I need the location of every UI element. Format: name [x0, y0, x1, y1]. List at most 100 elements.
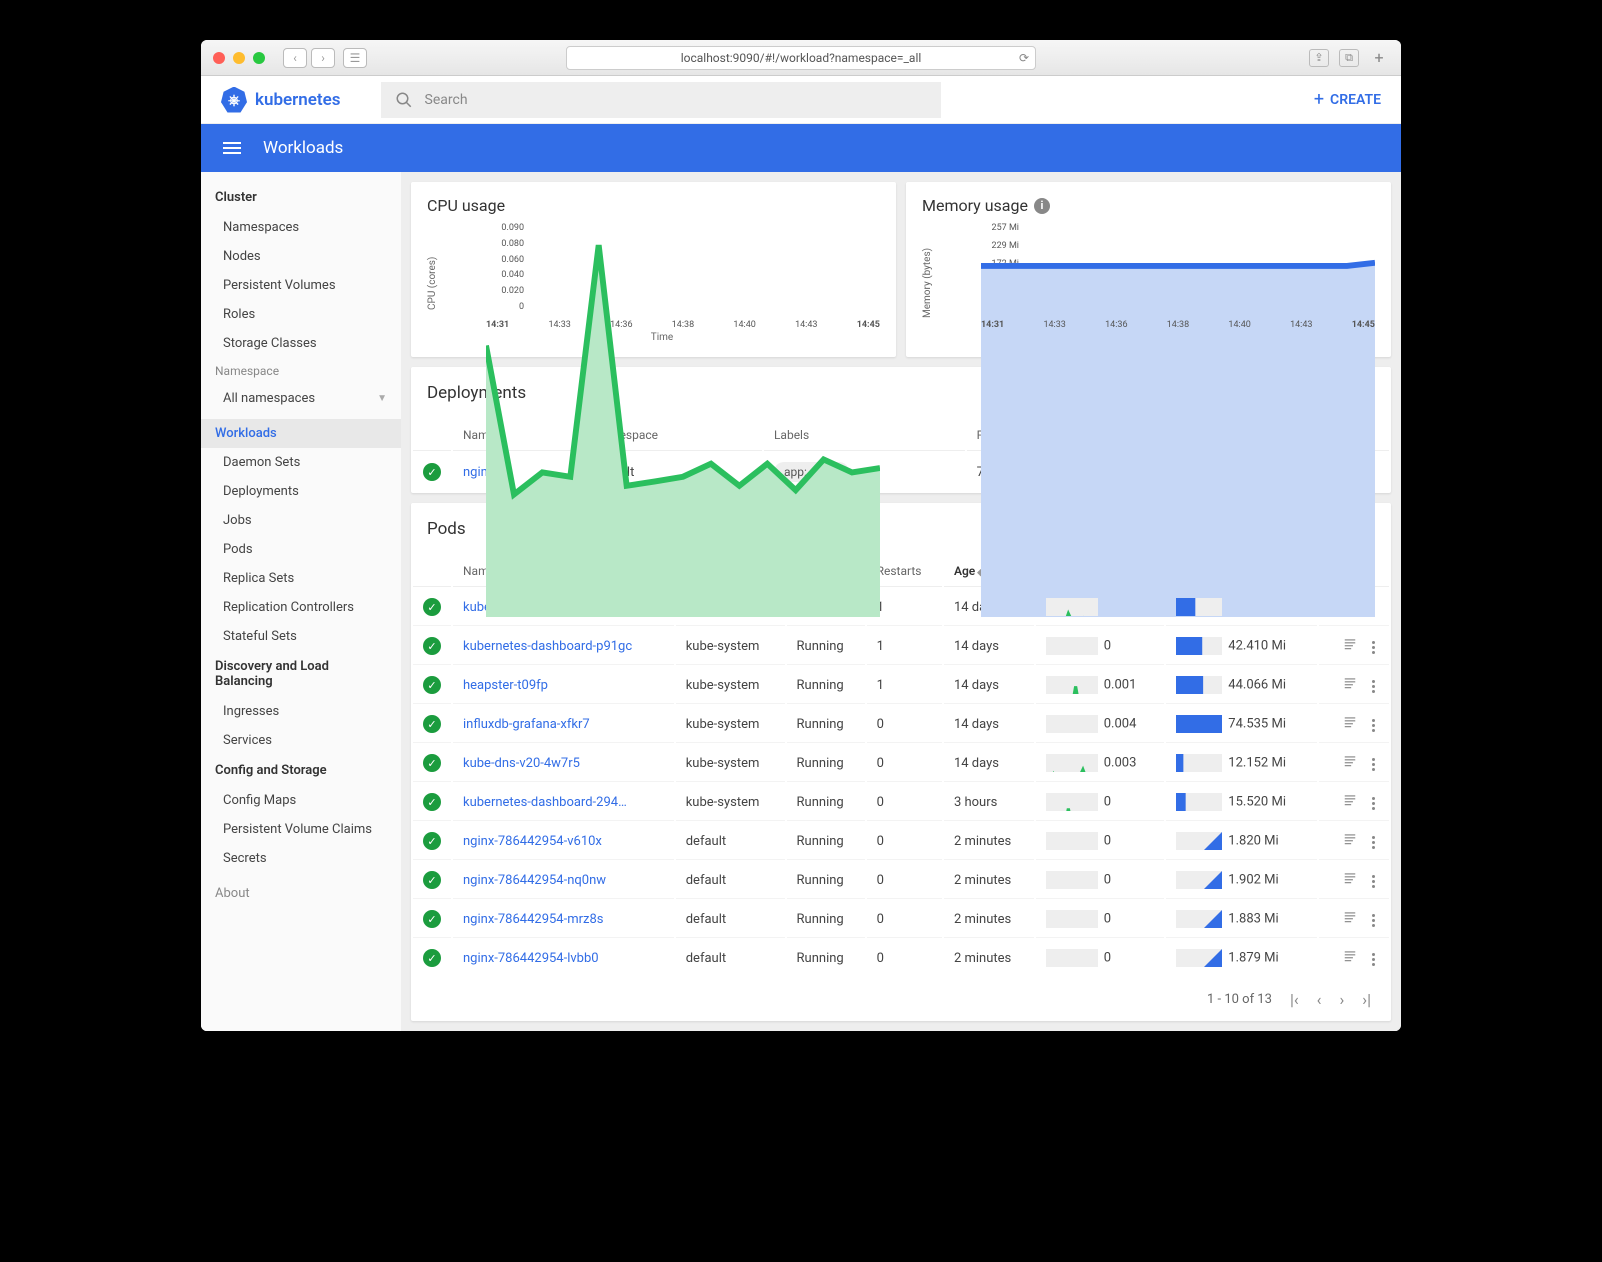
table-row: ✓ nginx-786442954-mrz8s default Running …	[413, 901, 1389, 938]
cpu-sparkline	[1046, 715, 1098, 733]
memory-bar	[1176, 637, 1222, 655]
memory-usage-chart: Memory usageiMemory (bytes)257 Mi229 Mi1…	[906, 182, 1391, 357]
kubernetes-logo-icon: ⎈	[221, 87, 247, 113]
sidebar-item-jobs[interactable]: Jobs	[201, 506, 401, 535]
sidebar-item-deployments[interactable]: Deployments	[201, 477, 401, 506]
cpu-sparkline	[1046, 598, 1098, 616]
memory-bar	[1176, 910, 1222, 928]
namespace-select[interactable]: All namespaces ▼	[201, 384, 401, 413]
pod-link[interactable]: nginx-786442954-nq0nw	[463, 873, 606, 888]
url-text: localhost:9090/#!/workload?namespace=_al…	[681, 51, 922, 65]
cpu-sparkline	[1046, 910, 1098, 928]
row-menu-icon[interactable]	[1368, 875, 1379, 888]
sidebar-header-cluster: Cluster	[201, 182, 401, 213]
pager-last[interactable]: ›|	[1362, 990, 1371, 1009]
status-ok-icon: ✓	[423, 949, 441, 967]
sidebar-item-config-maps[interactable]: Config Maps	[201, 786, 401, 815]
pods-pager: 1 - 10 of 13 |‹ ‹ › ›|	[411, 978, 1391, 1021]
pod-link[interactable]: nginx-786442954-lvbb0	[463, 951, 599, 966]
memory-bar	[1176, 715, 1222, 733]
titlebar: ‹ › ☰ localhost:9090/#!/workload?namespa…	[201, 40, 1401, 76]
sidebar: Cluster NamespacesNodesPersistent Volume…	[201, 172, 401, 1031]
sidebar-item-replica-sets[interactable]: Replica Sets	[201, 564, 401, 593]
new-tab-icon[interactable]: +	[1369, 49, 1389, 67]
logs-icon[interactable]	[1342, 952, 1358, 967]
maximize-window-icon[interactable]	[253, 52, 265, 64]
pod-link[interactable]: kubernetes-dashboard-294904...	[463, 795, 633, 810]
sidebar-item-nodes[interactable]: Nodes	[201, 242, 401, 271]
logs-icon[interactable]	[1342, 718, 1358, 733]
row-menu-icon[interactable]	[1368, 953, 1379, 966]
row-menu-icon[interactable]	[1368, 797, 1379, 810]
row-menu-icon[interactable]	[1368, 914, 1379, 927]
memory-bar	[1176, 598, 1222, 616]
sidebar-item-persistent-volumes[interactable]: Persistent Volumes	[201, 271, 401, 300]
table-row: ✓ kube-dns-v20-4w7r5 kube-system Running…	[413, 745, 1389, 782]
address-bar[interactable]: localhost:9090/#!/workload?namespace=_al…	[566, 46, 1036, 70]
share-icon[interactable]: ⇪	[1309, 49, 1329, 67]
logs-icon[interactable]	[1342, 874, 1358, 889]
sidebar-item-roles[interactable]: Roles	[201, 300, 401, 329]
row-menu-icon[interactable]	[1368, 641, 1379, 654]
tabs-icon[interactable]: ⧉	[1339, 49, 1359, 67]
logo[interactable]: ⎈ kubernetes	[221, 87, 341, 113]
logs-icon[interactable]	[1342, 796, 1358, 811]
table-row: ✓ nginx-786442954-v610x default Running …	[413, 823, 1389, 860]
logs-icon[interactable]	[1342, 835, 1358, 850]
minimize-window-icon[interactable]	[233, 52, 245, 64]
sidebar-item-secrets[interactable]: Secrets	[201, 844, 401, 873]
pod-link[interactable]: influxdb-grafana-xfkr7	[463, 717, 590, 732]
sidebar-item-persistent-volume-claims[interactable]: Persistent Volume Claims	[201, 815, 401, 844]
plus-icon: +	[1314, 89, 1324, 110]
sidebar-item-storage-classes[interactable]: Storage Classes	[201, 329, 401, 358]
app-name: kubernetes	[255, 90, 341, 110]
sidebar-item-services[interactable]: Services	[201, 726, 401, 755]
pod-link[interactable]: kube-dns-v20-4w7r5	[463, 756, 580, 771]
status-ok-icon: ✓	[423, 793, 441, 811]
sidebar-item-pods[interactable]: Pods	[201, 535, 401, 564]
sidebar-item-ingresses[interactable]: Ingresses	[201, 697, 401, 726]
main-content: CPU usageCPU (cores)0.0900.0800.0600.040…	[401, 172, 1401, 1031]
search-input[interactable]: Search	[381, 82, 941, 118]
logs-icon[interactable]	[1342, 679, 1358, 694]
reload-icon[interactable]: ⟳	[1019, 51, 1029, 65]
pod-link[interactable]: heapster-t09fp	[463, 678, 548, 693]
cpu-sparkline	[1046, 871, 1098, 889]
close-window-icon[interactable]	[213, 52, 225, 64]
sidebar-header-discovery: Discovery and Load Balancing	[201, 651, 401, 697]
forward-button[interactable]: ›	[311, 48, 335, 68]
pager-next[interactable]: ›	[1339, 990, 1344, 1009]
sidebar-toggle-icon[interactable]: ☰	[343, 48, 367, 68]
blue-header: Workloads	[201, 124, 1401, 172]
sidebar-item-namespaces[interactable]: Namespaces	[201, 213, 401, 242]
row-menu-icon[interactable]	[1368, 758, 1379, 771]
row-menu-icon[interactable]	[1368, 719, 1379, 732]
logs-icon[interactable]	[1342, 640, 1358, 655]
pods-table: Name◆ Namespace Status◆ Restarts Age◆ CP…	[411, 554, 1391, 978]
status-ok-icon: ✓	[423, 463, 441, 481]
pod-link[interactable]: nginx-786442954-mrz8s	[463, 912, 603, 927]
row-menu-icon[interactable]	[1368, 836, 1379, 849]
pod-link[interactable]: nginx-786442954-v610x	[463, 834, 602, 849]
table-row: ✓ nginx-786442954-lvbb0 default Running …	[413, 940, 1389, 976]
pager-first[interactable]: |‹	[1290, 990, 1299, 1009]
sidebar-item-daemon-sets[interactable]: Daemon Sets	[201, 448, 401, 477]
pod-link[interactable]: kubernetes-dashboard-p91gc	[463, 639, 632, 654]
info-icon[interactable]: i	[1034, 198, 1050, 214]
sidebar-item-about[interactable]: About	[201, 879, 401, 908]
menu-icon[interactable]	[223, 142, 241, 154]
pager-prev[interactable]: ‹	[1317, 990, 1322, 1009]
back-button[interactable]: ‹	[283, 48, 307, 68]
cpu-sparkline	[1046, 949, 1098, 967]
logs-icon[interactable]	[1342, 913, 1358, 928]
sidebar-item-workloads[interactable]: Workloads	[201, 419, 401, 448]
sidebar-item-stateful-sets[interactable]: Stateful Sets	[201, 622, 401, 651]
search-icon	[395, 91, 413, 109]
chart-ylabel: Memory (bytes)	[922, 223, 933, 343]
status-ok-icon: ✓	[423, 910, 441, 928]
create-button[interactable]: + CREATE	[1314, 89, 1381, 110]
sidebar-item-replication-controllers[interactable]: Replication Controllers	[201, 593, 401, 622]
row-menu-icon[interactable]	[1368, 680, 1379, 693]
logs-icon[interactable]	[1342, 757, 1358, 772]
status-ok-icon: ✓	[423, 871, 441, 889]
